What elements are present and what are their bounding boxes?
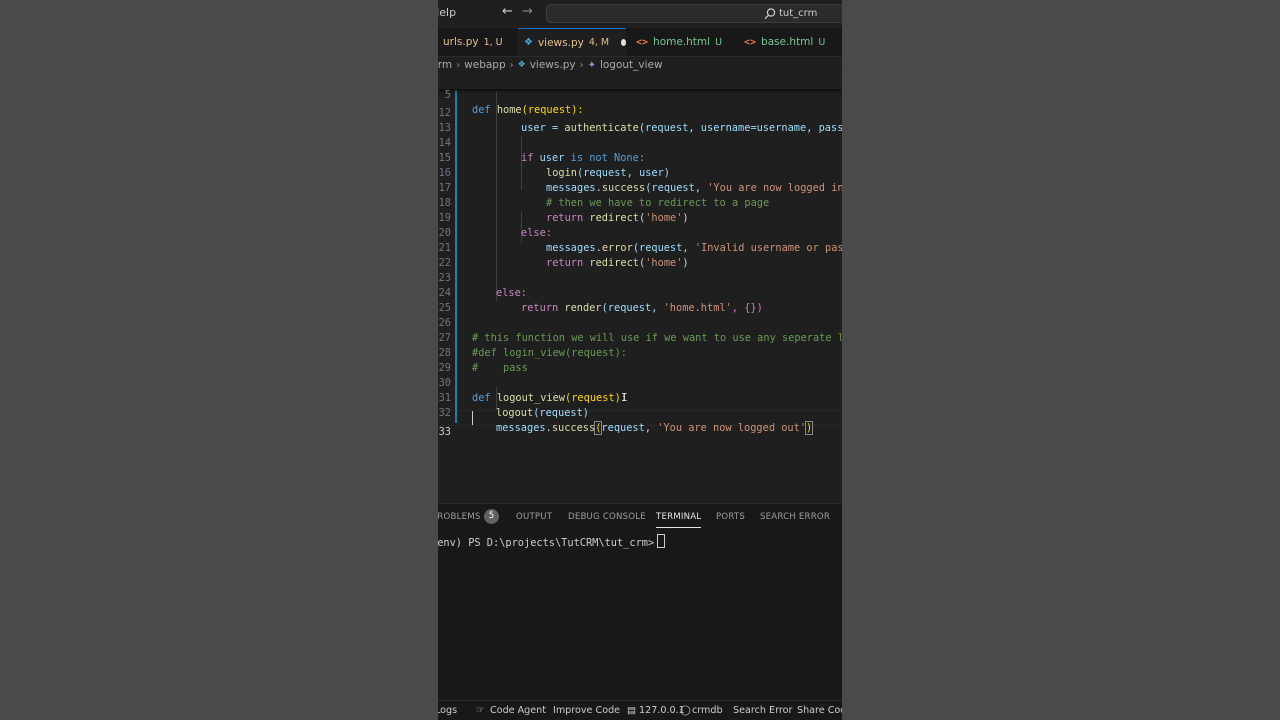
status-share-code[interactable]: Share Code <box>797 705 842 716</box>
code-line: 24 return render(request, 'home.html', {… <box>438 287 763 314</box>
code-line: 21 return redirect('home') <box>438 242 689 269</box>
tab-search-error[interactable]: SEARCH ERROR <box>760 512 830 522</box>
code-line: 23 else: <box>438 272 527 299</box>
function-icon: ✦ <box>587 59 596 71</box>
html-file-icon: <> <box>636 36 649 48</box>
code-line: 31 logout(request) <box>438 392 589 419</box>
text-cursor <box>472 411 473 425</box>
tab-label: views.py <box>537 36 584 49</box>
database-icon: ◯ <box>680 705 691 716</box>
tab-views-py[interactable]: ❖ views.py 4, M <box>518 28 626 56</box>
video-letterbox-left <box>0 0 438 720</box>
code-line: 14 if user is not None: <box>438 137 646 164</box>
video-letterbox-right <box>842 0 1280 720</box>
breadcrumb-item[interactable]: logout_view <box>600 59 663 71</box>
status-db[interactable]: crmdb <box>692 705 723 716</box>
vscode-window: Help ← → tut_crm urls.py 1, U ❖ views.py… <box>438 0 842 720</box>
code-line: 32 messages.success(request, 'You are no… <box>438 407 814 435</box>
breadcrumb-item[interactable]: webapp <box>464 59 505 71</box>
tab-output[interactable]: OUTPUT <box>516 512 552 522</box>
mouse-ibeam-icon: I <box>621 391 628 404</box>
tab-terminal[interactable]: TERMINAL <box>656 512 702 528</box>
code-line: 33 <box>438 410 842 438</box>
chevron-right-icon: › <box>509 59 514 71</box>
status-code-agent[interactable]: Code Agent <box>490 705 546 716</box>
tab-label: home.html <box>653 36 711 48</box>
status-server[interactable]: 127.0.0.1 <box>639 705 685 716</box>
editor-tabs: urls.py 1, U ❖ views.py 4, M <> home.htm… <box>438 28 842 57</box>
code-line: 28 # pass <box>438 347 528 374</box>
problems-count-badge: 5 <box>484 509 499 524</box>
code-editor[interactable]: 5 def home(request): 12 user = authentic… <box>438 73 842 503</box>
tab-status: U <box>715 36 723 48</box>
tab-status: 4, M <box>588 37 610 48</box>
code-line: 26 # this function we will use if we wan… <box>438 317 842 344</box>
line-number: 33 <box>438 426 451 438</box>
unsaved-dot-icon[interactable] <box>621 39 626 46</box>
code-line: 17 # then we have to redirect to a page <box>438 182 770 209</box>
code-line: def home(request): <box>472 104 584 116</box>
panel-tabs: PROBLEMS 5 OUTPUT DEBUG CONSOLE TERMINAL… <box>438 504 842 530</box>
bottom-panel: PROBLEMS 5 OUTPUT DEBUG CONSOLE TERMINAL… <box>438 503 842 701</box>
tab-debug-console[interactable]: DEBUG CONSOLE <box>568 512 646 522</box>
python-file-icon: ❖ <box>517 60 526 70</box>
status-logs[interactable]: Logs <box>438 705 457 716</box>
chevron-right-icon: › <box>456 59 461 71</box>
tab-home-html[interactable]: <> home.html U <box>630 28 730 56</box>
command-center-search[interactable]: tut_crm <box>546 4 842 23</box>
code-line: 25 <box>438 286 842 314</box>
breadcrumb-item[interactable]: crm <box>438 59 452 71</box>
tab-urls-py[interactable]: urls.py 1, U <box>438 28 516 56</box>
code-line: 27 #def login_view(request): <box>438 332 627 359</box>
sticky-scroll-line[interactable]: 5 def home(request): <box>438 73 842 116</box>
code-line: 29 <box>438 346 842 374</box>
code-line: 19 else: <box>438 212 552 239</box>
code-line: 22 <box>438 241 842 269</box>
code-line: 20 messages.error(request, 'Invalid user… <box>438 227 842 254</box>
html-file-icon: <> <box>744 36 757 48</box>
tab-label: urls.py <box>443 36 479 48</box>
chevron-right-icon: › <box>579 59 584 71</box>
status-search-error[interactable]: Search Error <box>733 705 792 716</box>
breadcrumb-item[interactable]: views.py <box>530 59 576 71</box>
tab-status: U <box>818 36 826 48</box>
search-icon <box>764 8 776 20</box>
terminal-output[interactable]: (env) PS D:\projects\TutCRM\tut_crm> <box>438 534 666 549</box>
python-file-icon: ❖ <box>524 37 533 48</box>
tab-status: 1, U <box>483 36 503 48</box>
breadcrumb: crm › webapp › ❖ views.py › ✦ logout_vie… <box>438 57 842 73</box>
title-bar: Help ← → tut_crm <box>438 0 842 28</box>
terminal-prompt: (env) PS D:\projects\TutCRM\tut_crm> <box>438 537 655 549</box>
status-improve-code[interactable]: Improve Code <box>553 705 620 716</box>
tab-base-html[interactable]: <> base.html U <box>738 28 842 56</box>
line-number: 5 <box>444 89 451 101</box>
terminal-cursor <box>657 534 666 548</box>
code-line: 16 messages.success(request, 'You are no… <box>438 167 842 194</box>
tab-ports[interactable]: PORTS <box>716 512 745 522</box>
code-line: 15 login(request, user) <box>438 152 670 179</box>
status-bar: Logs ☞ Code Agent Improve Code ▤ 127.0.0… <box>438 700 842 720</box>
tab-problems[interactable]: PROBLEMS <box>438 512 481 522</box>
menu-help[interactable]: Help <box>438 6 456 19</box>
arrow-right-icon[interactable]: → <box>522 4 533 19</box>
search-text: tut_crm <box>779 8 818 19</box>
pointing-hand-icon: ☞ <box>476 705 485 716</box>
server-icon: ▤ <box>627 705 637 716</box>
tab-label: base.html <box>761 36 814 48</box>
code-line: 30 def logout_view(request): <box>438 377 628 404</box>
arrow-left-icon[interactable]: ← <box>502 4 513 19</box>
code-line: 18 return redirect('home') <box>438 197 689 224</box>
